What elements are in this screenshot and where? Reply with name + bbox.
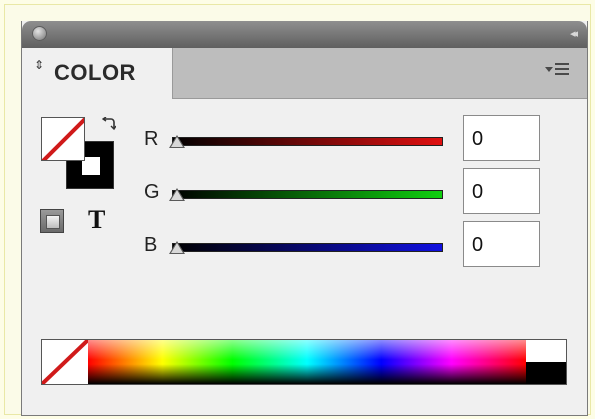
- close-icon[interactable]: [32, 26, 47, 41]
- spectrum-white-swatch[interactable]: [526, 340, 566, 362]
- slider-label-r: R: [144, 128, 159, 150]
- slider-track-b[interactable]: [172, 243, 443, 252]
- slider-thumb-g[interactable]: [169, 188, 185, 201]
- tab-toggle-arrows-icon[interactable]: ⇕: [34, 59, 44, 71]
- spectrum-none-swatch[interactable]: [42, 340, 88, 384]
- spectrum-black-swatch[interactable]: [526, 362, 566, 384]
- slider-track-r[interactable]: [172, 137, 443, 146]
- color-panel: ◂◂ ⇕ COLOR T R 0 G 0 B 0: [21, 21, 588, 416]
- tab-bar: ⇕ COLOR: [22, 48, 587, 99]
- collapse-icon[interactable]: ◂◂: [570, 27, 578, 41]
- slider-row-b: B 0: [22, 221, 587, 274]
- none-slash-icon: [42, 340, 88, 384]
- slider-label-g: G: [144, 181, 160, 203]
- spectrum-ramp[interactable]: [88, 340, 526, 384]
- slider-label-b: B: [144, 234, 158, 256]
- value-input-b[interactable]: 0: [463, 221, 540, 267]
- tab-color[interactable]: ⇕ COLOR: [22, 48, 173, 99]
- tab-label: COLOR: [54, 60, 136, 85]
- slider-track-g[interactable]: [172, 190, 443, 199]
- value-input-g[interactable]: 0: [463, 168, 540, 214]
- slider-row-r: R 0: [22, 115, 587, 168]
- panel-titlebar[interactable]: ◂◂: [22, 21, 587, 48]
- color-spectrum[interactable]: [41, 339, 567, 385]
- value-input-r[interactable]: 0: [463, 115, 540, 161]
- slider-thumb-r[interactable]: [169, 135, 185, 148]
- slider-thumb-b[interactable]: [169, 241, 185, 254]
- slider-row-g: G 0: [22, 168, 587, 221]
- panel-menu-icon[interactable]: [545, 62, 571, 78]
